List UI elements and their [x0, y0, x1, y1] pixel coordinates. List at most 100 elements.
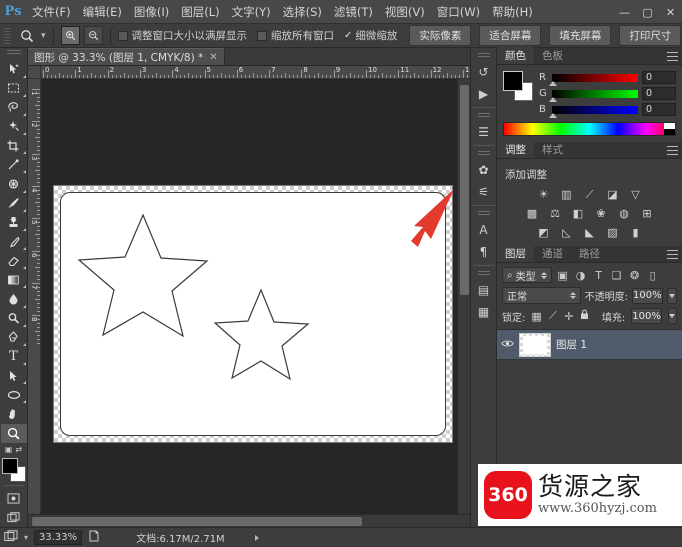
color-spectrum-ramp[interactable]: [503, 122, 676, 136]
color-panel-menu-icon[interactable]: [667, 52, 678, 61]
threshold-icon[interactable]: ◣: [581, 225, 598, 240]
notes-panel-icon[interactable]: ▦: [473, 301, 495, 323]
zoom-tool[interactable]: [0, 423, 27, 443]
selective-color-icon[interactable]: ▮: [627, 225, 644, 240]
fill-dropdown-button[interactable]: [667, 308, 677, 324]
color-panel-foreground-swatch[interactable]: [503, 71, 523, 91]
vertical-scrollbar-thumb[interactable]: [460, 85, 469, 295]
properties-panel-icon[interactable]: ☰: [473, 121, 495, 143]
status-more-icon[interactable]: [254, 534, 259, 541]
lock-transparent-icon[interactable]: ▦: [531, 310, 541, 323]
slider-knob-b[interactable]: [549, 112, 557, 118]
quick-mask-mode-button[interactable]: [1, 488, 27, 507]
checkbox-scrubby-zoom[interactable]: ✓ 细微缩放: [344, 28, 397, 43]
tab-swatches[interactable]: 色板: [534, 47, 571, 64]
tab-styles[interactable]: 样式: [534, 141, 571, 158]
brightness-contrast-icon[interactable]: ☀: [535, 187, 552, 202]
vertical-scrollbar[interactable]: [457, 79, 470, 514]
tab-layers[interactable]: 图层: [497, 245, 534, 262]
dodge-tool[interactable]: [1, 309, 27, 328]
star-shape-large[interactable]: [77, 213, 209, 338]
menu-help[interactable]: 帮助(H): [486, 1, 539, 23]
horizontal-ruler[interactable]: 012345678910111213: [41, 66, 470, 79]
close-button[interactable]: ✕: [659, 0, 682, 24]
photo-filter-icon[interactable]: ❀: [593, 206, 610, 221]
layer-filter-type-select[interactable]: ⌕ 类型: [502, 267, 552, 283]
print-size-button[interactable]: 打印尺寸: [619, 25, 682, 46]
blur-tool[interactable]: [1, 289, 27, 308]
horizontal-scrollbar[interactable]: [28, 514, 470, 527]
brush-panel-icon[interactable]: ✿: [473, 159, 495, 181]
ruler-corner[interactable]: [28, 66, 41, 79]
slider-knob-r[interactable]: [549, 80, 557, 86]
character-panel-icon[interactable]: A: [473, 219, 495, 241]
close-icon[interactable]: ✕: [209, 52, 217, 63]
layer-name[interactable]: 图层 1: [556, 337, 587, 352]
document-icon[interactable]: [88, 530, 100, 545]
canvas-viewport[interactable]: [41, 79, 457, 514]
history-brush-tool[interactable]: [1, 232, 27, 251]
exposure-icon[interactable]: ◪: [604, 187, 621, 202]
eye-icon[interactable]: [501, 339, 514, 351]
tool-preset-dot[interactable]: ▾: [41, 31, 46, 41]
fill-value[interactable]: 100%: [631, 308, 662, 324]
menu-edit[interactable]: 编辑(E): [77, 1, 128, 23]
zoom-out-button[interactable]: [83, 26, 103, 45]
spectrum-black-white-end[interactable]: [664, 123, 675, 135]
type-tool[interactable]: T: [1, 347, 27, 366]
hand-tool[interactable]: [1, 404, 27, 423]
menu-filter[interactable]: 滤镜(T): [328, 1, 379, 23]
tab-paths[interactable]: 路径: [571, 245, 608, 262]
color-lookup-icon[interactable]: ⊞: [639, 206, 656, 221]
tab-color[interactable]: 颜色: [497, 47, 534, 64]
chevron-updown-icon[interactable]: [569, 292, 576, 299]
dock-grip-2[interactable]: [477, 113, 490, 119]
quick-mask-icon[interactable]: ▣: [5, 445, 13, 454]
channel-mixer-icon[interactable]: ◍: [616, 206, 633, 221]
zoom-in-button[interactable]: [60, 26, 80, 45]
marquee-tool[interactable]: [1, 79, 27, 98]
layer-thumbnail[interactable]: [519, 332, 551, 357]
clone-stamp-tool[interactable]: [1, 213, 27, 232]
dock-grip-5[interactable]: [477, 271, 490, 277]
document-tab[interactable]: 图形 @ 33.3% (图层 1, CMYK/8) * ✕: [28, 48, 225, 65]
channel-value-b[interactable]: 0: [642, 103, 676, 116]
chevron-updown-icon[interactable]: [540, 271, 547, 279]
color-panel-swatches[interactable]: [503, 71, 533, 101]
layer-comps-icon[interactable]: ▤: [473, 279, 495, 301]
menu-image[interactable]: 图像(I): [128, 1, 175, 23]
tab-channels[interactable]: 通道: [534, 245, 571, 262]
checkbox-zoom-all-windows[interactable]: 缩放所有窗口: [257, 28, 334, 43]
levels-icon[interactable]: ▥: [558, 187, 575, 202]
filter-adjustment-icon[interactable]: ◑: [574, 269, 588, 282]
invert-icon[interactable]: ◩: [535, 225, 552, 240]
lock-all-icon[interactable]: [580, 309, 590, 323]
menu-select[interactable]: 选择(S): [277, 1, 328, 23]
filter-smart-icon[interactable]: ❂: [628, 269, 642, 282]
curves-icon[interactable]: ⟋: [581, 187, 598, 202]
checkbox-resize-windows-box[interactable]: [117, 30, 128, 41]
screen-mode-dropdown-icon[interactable]: ▾: [24, 533, 28, 542]
minimize-button[interactable]: —: [613, 0, 636, 24]
opacity-value[interactable]: 100%: [632, 287, 663, 304]
crop-tool[interactable]: [1, 136, 27, 155]
filter-shape-icon[interactable]: ❏: [610, 269, 624, 282]
shape-tool[interactable]: [1, 385, 27, 404]
lasso-tool[interactable]: [1, 98, 27, 117]
black-white-icon[interactable]: ◧: [570, 206, 587, 221]
brush-tool[interactable]: [1, 194, 27, 213]
star-shape-small[interactable]: [213, 288, 310, 381]
paragraph-panel-icon[interactable]: ¶: [473, 241, 495, 263]
slider-track-g[interactable]: [549, 89, 638, 102]
color-swatches[interactable]: [1, 457, 27, 482]
vibrance-icon[interactable]: ▽: [627, 187, 644, 202]
dock-grip-1[interactable]: [477, 53, 490, 59]
lock-image-icon[interactable]: ⟋: [548, 309, 558, 323]
channel-value-r[interactable]: 0: [642, 71, 676, 84]
fill-screen-button[interactable]: 填充屏幕: [549, 25, 612, 46]
horizontal-scrollbar-thumb[interactable]: [32, 517, 362, 526]
gradient-map-icon[interactable]: ▨: [604, 225, 621, 240]
filter-type-icon[interactable]: T: [592, 269, 606, 282]
hue-saturation-icon[interactable]: ▩: [524, 206, 541, 221]
zoom-level-field[interactable]: 33.33%: [34, 530, 83, 545]
